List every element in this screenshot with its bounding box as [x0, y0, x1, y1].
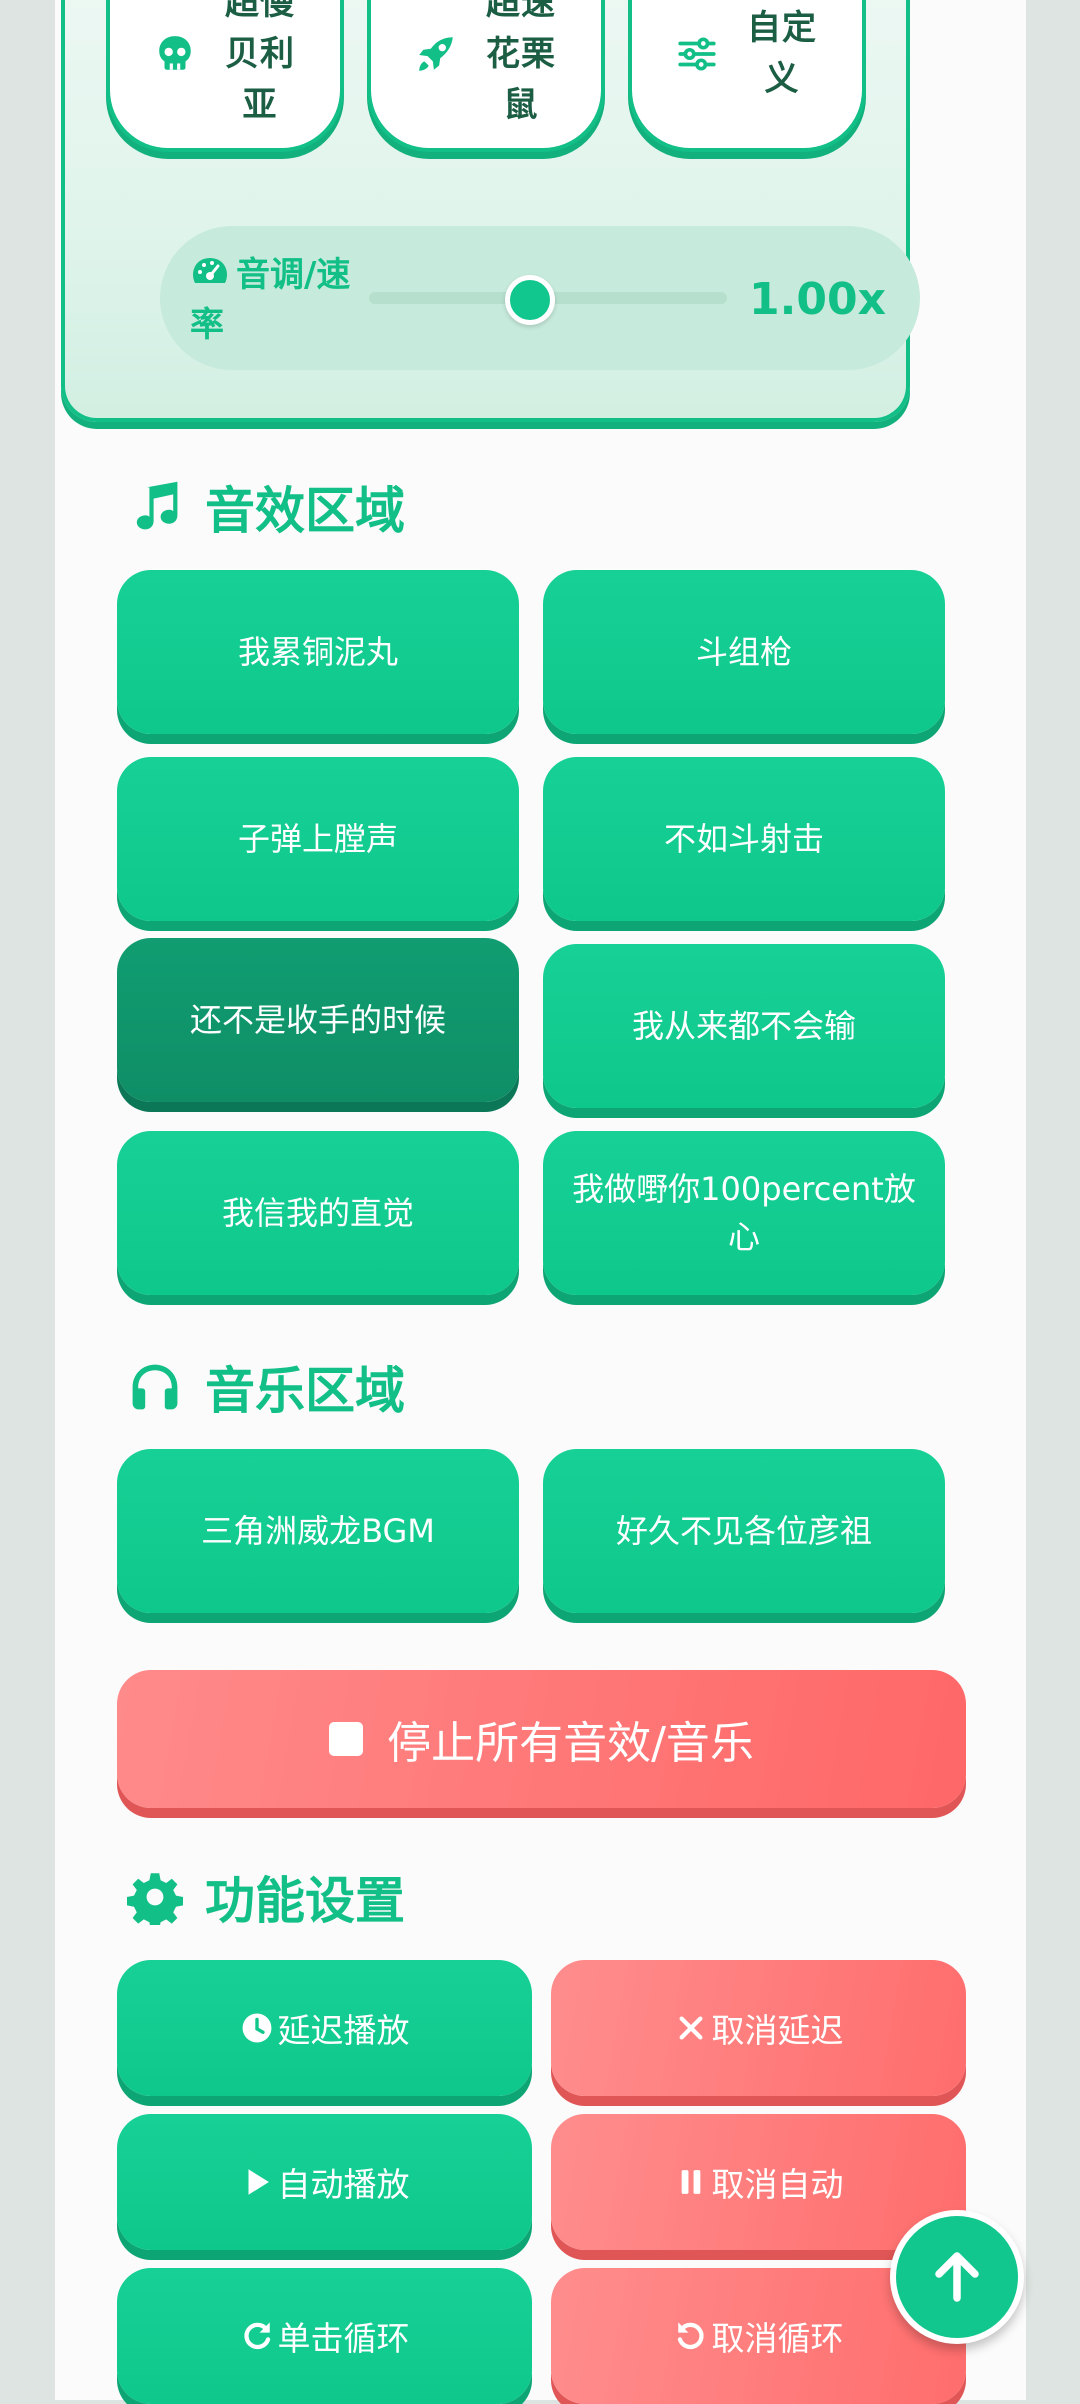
- sfx-button[interactable]: 我做嘢你100percent放心: [543, 1131, 945, 1295]
- cancel-loop-label: 取消循环: [711, 2319, 844, 2358]
- preset-slow-label: 超慢贝利亚: [225, 0, 295, 125]
- music-section-title: 音乐区域: [205, 1362, 405, 1420]
- sfx-button-active[interactable]: 还不是收手的时候: [117, 938, 519, 1102]
- pitch-value: 1.00x: [749, 274, 886, 325]
- redo-icon: [243, 2322, 270, 2350]
- play-icon: [248, 2169, 269, 2195]
- sfx-button[interactable]: 不如斗射击: [543, 757, 945, 921]
- pause-icon: [681, 2170, 700, 2194]
- sfx-button[interactable]: 斗组枪: [543, 570, 945, 734]
- settings-section-header: 功能设置: [127, 1862, 405, 1932]
- gauge-icon: [193, 258, 227, 283]
- sfx-button[interactable]: 我从来都不会输: [543, 944, 945, 1108]
- sfx-button[interactable]: 我累铜泥丸: [117, 570, 519, 734]
- music-note-icon: [136, 481, 178, 530]
- cancel-delay-label: 取消延迟: [711, 2011, 844, 2050]
- preset-slow-button[interactable]: 超慢贝利亚: [106, 0, 344, 152]
- pitch-label: 音调/速率: [190, 250, 360, 350]
- settings-section-title: 功能设置: [205, 1872, 405, 1930]
- stop-square-icon: [329, 1722, 364, 1756]
- cancel-delay-button[interactable]: 取消延迟: [551, 1960, 966, 2096]
- delay-play-button[interactable]: 延迟播放: [117, 1960, 532, 2096]
- sfx-button[interactable]: 子弹上膛声: [117, 757, 519, 921]
- sliders-icon: [678, 37, 716, 71]
- rocket-icon: [419, 37, 453, 71]
- cancel-auto-label: 取消自动: [711, 2165, 844, 2204]
- auto-play-label: 自动播放: [277, 2165, 410, 2204]
- auto-play-button[interactable]: 自动播放: [117, 2114, 532, 2250]
- music-button[interactable]: 三角洲威龙BGM: [117, 1449, 519, 1613]
- pitch-control: 音调/速率 1.00x: [160, 226, 920, 370]
- preset-fast-button[interactable]: 超速花栗鼠: [367, 0, 605, 152]
- single-loop-label: 单击循环: [277, 2319, 410, 2358]
- music-button[interactable]: 好久不见各位彦祖: [543, 1449, 945, 1613]
- undo-icon: [677, 2322, 704, 2350]
- sfx-section-title: 音效区域: [205, 482, 405, 540]
- stop-all-button[interactable]: 停止所有音效/音乐: [117, 1670, 966, 1808]
- single-loop-button[interactable]: 单击循环: [117, 2268, 532, 2404]
- preset-fast-label: 超速花栗鼠: [486, 0, 556, 125]
- sfx-section-header: 音效区域: [127, 472, 405, 542]
- cancel-auto-button[interactable]: 取消自动: [551, 2114, 966, 2250]
- delay-play-label: 延迟播放: [277, 2011, 410, 2050]
- pitch-slider-thumb[interactable]: [505, 275, 556, 325]
- clock-icon: [242, 2013, 271, 2043]
- sfx-button[interactable]: 我信我的直觉: [117, 1131, 519, 1295]
- headphones-icon: [132, 1364, 178, 1410]
- arrow-up-icon: [935, 2252, 979, 2302]
- back-to-top-button[interactable]: [890, 2210, 1024, 2344]
- gear-icon: [127, 1873, 183, 1925]
- music-section-header: 音乐区域: [127, 1352, 405, 1422]
- stop-all-label: 停止所有音效/音乐: [387, 1718, 754, 1769]
- preset-custom-button[interactable]: 自定义: [628, 0, 866, 152]
- preset-custom-label: 自定义: [747, 8, 817, 99]
- close-icon: [679, 2016, 702, 2040]
- skull-icon: [159, 36, 191, 70]
